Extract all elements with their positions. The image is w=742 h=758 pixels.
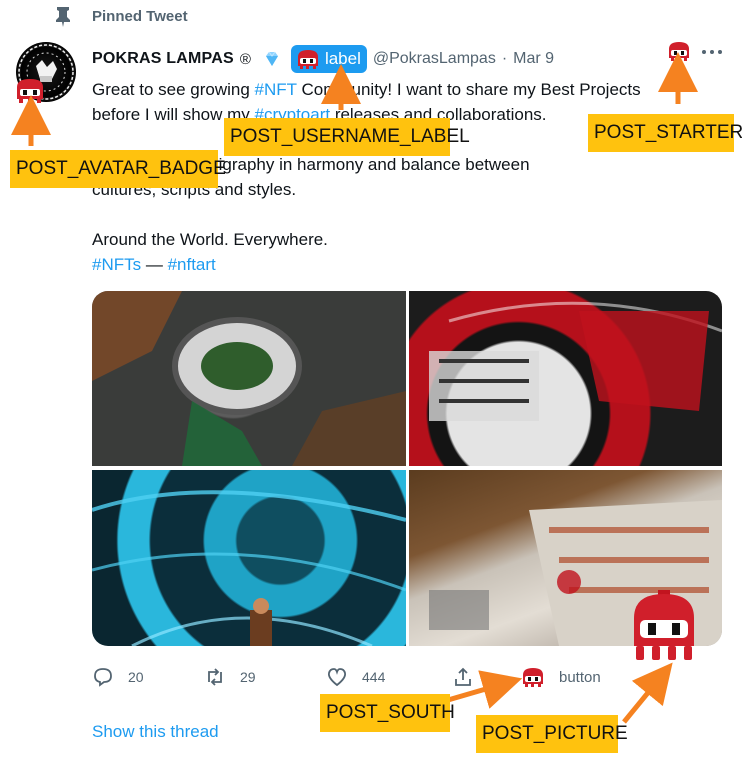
hashtag-link[interactable]: #NFTs [92,255,141,274]
pin-icon [56,7,70,27]
avatar-badge-bot-icon [17,79,43,103]
show-thread-link[interactable]: Show this thread [92,722,219,742]
username-label-text: label [324,49,361,68]
tweet-header: POKRAS LAMPAS ® label @PokrasLampas · Ma… [92,45,554,73]
like-icon [328,668,346,687]
like-count: 444 [362,669,386,685]
like-button[interactable]: 444 [326,664,385,690]
username-label-chip[interactable]: label [290,45,367,73]
share-icon [455,667,471,686]
pinned-indicator: Pinned Tweet [52,2,188,30]
text-span: Community! I want to share my Best Proje… [296,80,641,99]
tweet-line: #NFTs — #nftart [92,252,216,277]
more-icon[interactable] [700,44,724,60]
retweet-button[interactable]: 29 [204,664,256,690]
annotation-south: POST_SOUTH [320,694,455,732]
text-span: — [141,255,168,274]
text-span: Great to see growing [92,80,255,99]
share-button[interactable] [452,664,488,690]
tweet-actions: 20 29 444 button [92,664,712,690]
retweet-icon [208,668,222,686]
bot-icon [297,50,318,69]
annotation-avatar-badge: POST_AVATAR_BADGE [10,150,226,188]
tweet-date[interactable]: Mar 9 [513,50,554,68]
tweet-line: Around the World. Everywhere. [92,230,328,249]
media-image[interactable] [409,291,722,466]
hashtag-link[interactable]: #nftart [168,255,216,274]
annotation-picture: POST_PICTURE [476,715,628,753]
annotation-username-label: POST_USERNAME_LABEL [224,118,470,156]
media-image[interactable] [92,291,406,466]
date-separator: · [501,50,508,67]
author-handle[interactable]: @PokrasLampas [373,50,496,68]
retweet-count: 29 [240,669,256,685]
reply-count: 20 [128,669,144,685]
reply-icon [94,668,112,687]
tweet-line: Great to see growing #NFT Community! I w… [92,77,641,102]
pinned-label: Pinned Tweet [92,7,188,25]
post-picture-bot-icon[interactable] [628,586,700,666]
south-button[interactable]: button [559,664,601,690]
registered-mark: ® [239,50,251,68]
annotation-starter: POST_STARTER [588,114,742,152]
reply-button[interactable]: 20 [92,664,144,690]
diamond-icon [265,51,278,66]
media-image[interactable] [92,470,406,646]
author-name[interactable]: POKRAS LAMPAS [92,50,234,68]
post-south-bot-icon[interactable] [520,666,546,688]
hashtag-link[interactable]: #NFT [255,80,297,99]
post-starter-bot-icon[interactable] [666,40,692,62]
